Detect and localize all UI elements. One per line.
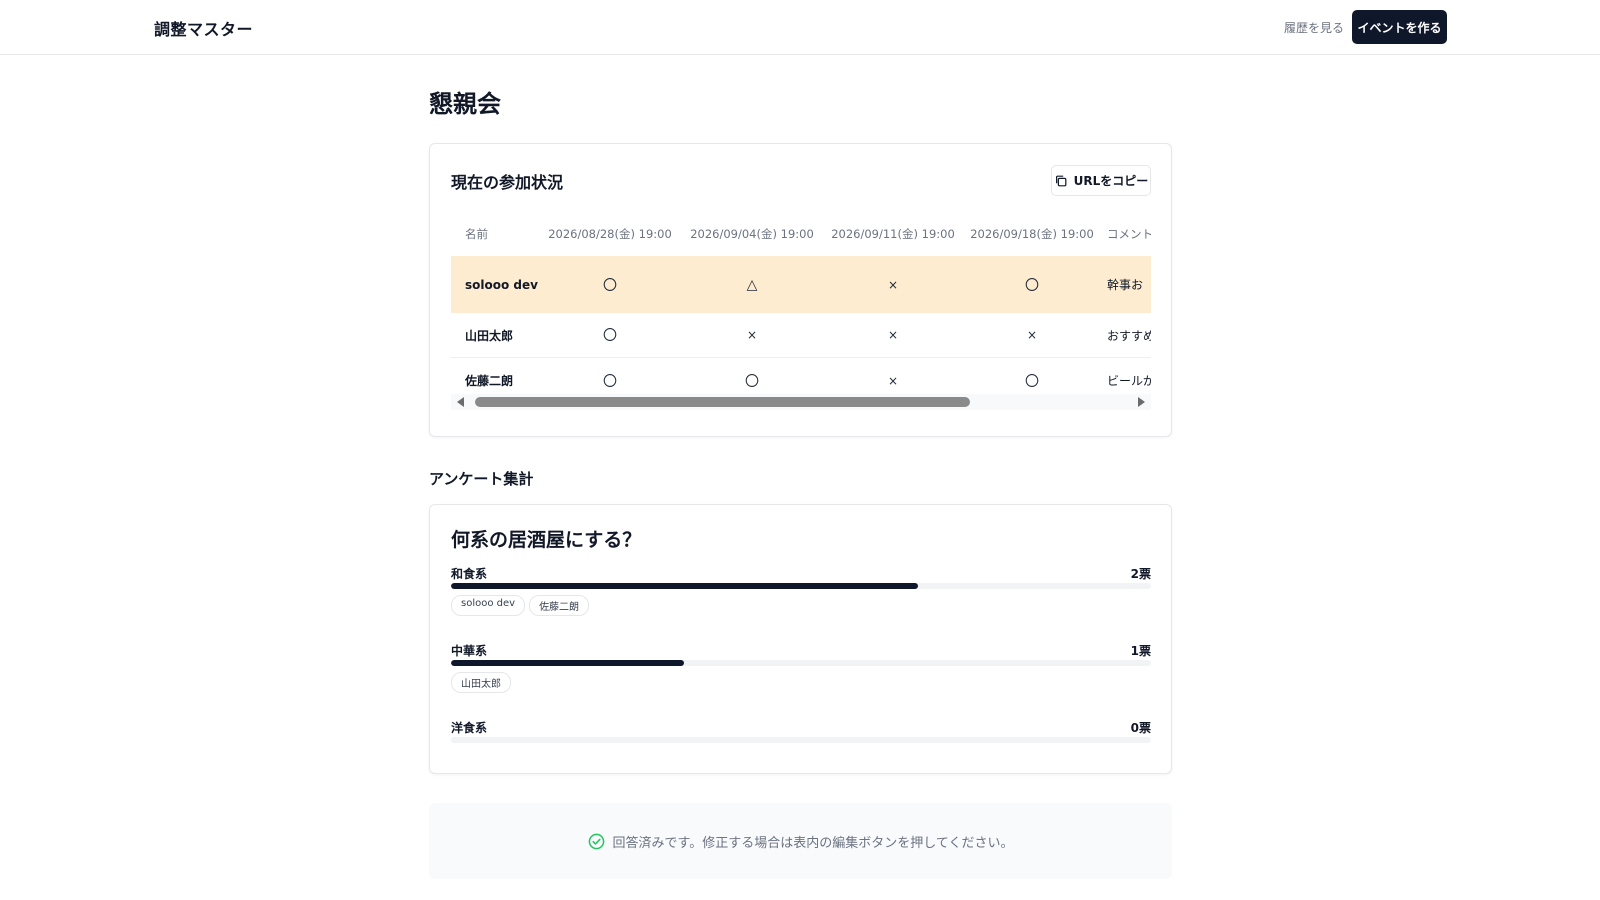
availability-mark: 〇 [603, 328, 617, 344]
participation-table: 名前 2026/08/28(金) 19:00 2026/09/04(金) 19:… [451, 212, 1151, 406]
availability-mark: × [887, 328, 899, 342]
survey-section-heading: アンケート集計 [429, 470, 534, 488]
column-header-date-4: 2026/09/18(金) 19:00 [970, 227, 1094, 241]
availability-mark: 〇 [1025, 277, 1039, 294]
option-votes: 0票 [1130, 721, 1151, 735]
vote-bar-track [451, 737, 1151, 743]
top-header: 調整マスター 履歴を見る イベントを作る [0, 0, 1600, 55]
participant-name: solooo dev [465, 277, 538, 292]
participation-status-heading: 現在の参加状況 [451, 173, 564, 192]
column-header-date-1: 2026/08/28(金) 19:00 [548, 227, 672, 241]
scroll-left-arrow-icon[interactable] [457, 397, 464, 407]
option-votes: 1票 [1130, 644, 1151, 658]
vote-bar-fill [451, 660, 685, 666]
voter-chip: solooo dev [451, 595, 526, 616]
participant-name: 山田太郎 [465, 328, 514, 343]
table-header-row: 名前 2026/08/28(金) 19:00 2026/09/04(金) 19:… [451, 212, 1151, 256]
column-header-comment: コメント [1107, 227, 1151, 241]
vote-bar-track [451, 660, 1151, 666]
event-title: 懇親会 [429, 90, 501, 118]
scroll-right-arrow-icon[interactable] [1138, 397, 1145, 407]
vote-bar-track [451, 583, 1151, 589]
participant-comment: おすすめ [1107, 328, 1151, 343]
check-circle-icon [588, 833, 604, 849]
survey-question: 何系の居酒屋にする？ [451, 529, 642, 551]
answered-notice: 回答済みです。修正する場合は表内の編集ボタンを押してください。 [429, 803, 1172, 879]
app-logo[interactable]: 調整マスター [154, 16, 253, 40]
availability-mark: 〇 [603, 277, 617, 294]
availability-mark: × [1026, 328, 1038, 342]
history-link[interactable]: 履歴を見る [1284, 19, 1344, 36]
answered-notice-text: 回答済みです。修正する場合は表内の編集ボタンを押してください。 [612, 835, 1014, 851]
table-row: solooo dev 〇 △ × 〇 幹事お [451, 256, 1151, 313]
participation-status-card: 現在の参加状況 URLをコピー 名前 2026/08/28(金) 19:00 2… [429, 143, 1172, 437]
option-label: 中華系 [451, 644, 488, 658]
voter-chip: 山田太郎 [451, 672, 511, 693]
availability-mark: × [746, 328, 758, 342]
survey-card: 何系の居酒屋にする？ 和食系 2票 solooo dev 佐藤二朗 中華系 1票… [429, 504, 1172, 774]
voter-chips: solooo dev 佐藤二朗 [451, 595, 590, 616]
participant-comment: 幹事お [1107, 278, 1144, 292]
column-header-name: 名前 [465, 227, 488, 241]
availability-mark: △ [746, 276, 758, 293]
vote-bar-fill [451, 583, 918, 589]
copy-icon [1055, 175, 1067, 186]
table-row: 山田太郎 〇 × × × おすすめ [451, 313, 1151, 358]
option-label: 洋食系 [451, 721, 488, 735]
create-event-button[interactable]: イベントを作る [1352, 10, 1447, 44]
voter-chips: 山田太郎 [451, 672, 511, 693]
copy-url-label: URLをコピー [1073, 174, 1149, 188]
voter-chip: 佐藤二朗 [529, 595, 590, 616]
scrollbar-thumb[interactable] [475, 397, 970, 407]
copy-url-button[interactable]: URLをコピー [1051, 165, 1151, 196]
column-header-date-3: 2026/09/11(金) 19:00 [831, 227, 955, 241]
option-votes: 2票 [1130, 567, 1151, 581]
table-horizontal-scrollbar[interactable] [451, 394, 1151, 410]
column-header-date-2: 2026/09/04(金) 19:00 [690, 227, 814, 241]
option-label: 和食系 [451, 567, 488, 581]
availability-mark: × [887, 277, 899, 292]
